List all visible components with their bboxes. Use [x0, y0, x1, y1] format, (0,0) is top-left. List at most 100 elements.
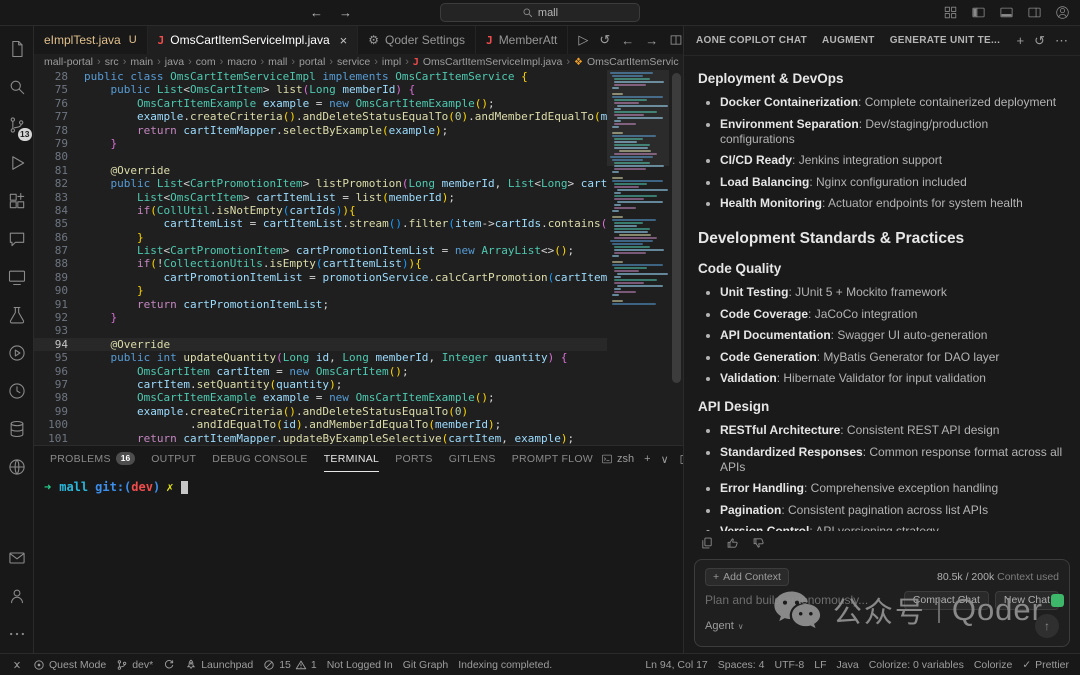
panel-tab-debug-console[interactable]: DEBUG CONSOLE: [212, 447, 308, 472]
copy-icon[interactable]: [700, 536, 714, 550]
status-colorize-count[interactable]: Colorize: 0 variables: [864, 654, 969, 675]
code-line[interactable]: 88 if(!CollectionUtils.isEmpty(cartItemL…: [34, 257, 683, 270]
more-icon[interactable]: [0, 615, 34, 653]
line-number[interactable]: 78: [34, 124, 84, 137]
breadcrumb-item[interactable]: J OmsCartItemServiceImpl.java: [413, 56, 562, 68]
history-icon[interactable]: [0, 372, 34, 410]
line-number[interactable]: 80: [34, 150, 84, 163]
breadcrumb-item[interactable]: macro: [227, 56, 256, 68]
line-number[interactable]: 77: [34, 110, 84, 123]
panel-tab-prompt-flow[interactable]: PROMPT FLOW: [512, 447, 593, 472]
send-button[interactable]: ↑: [1035, 614, 1059, 638]
breadcrumb-item[interactable]: portal: [299, 56, 325, 68]
code-line[interactable]: 79 }: [34, 137, 683, 150]
line-number[interactable]: 75: [34, 83, 84, 96]
assistant-tab-0[interactable]: AONE COPILOT CHAT: [696, 35, 807, 46]
line-number[interactable]: 92: [34, 311, 84, 324]
shell-selector[interactable]: zsh: [601, 453, 634, 465]
status-not-logged-in[interactable]: Not Logged In: [322, 654, 398, 675]
globe-icon[interactable]: [0, 448, 34, 486]
code-line[interactable]: 84 if(CollUtil.isNotEmpty(cartIds)){: [34, 204, 683, 217]
status-remote-indicator[interactable]: [6, 654, 28, 675]
breadcrumb-item[interactable]: com: [196, 56, 216, 68]
line-number[interactable]: 86: [34, 231, 84, 244]
timeline-icon[interactable]: ↺: [599, 32, 610, 48]
code-line[interactable]: 28 public class OmsCartItemServiceImpl im…: [34, 70, 683, 83]
status-colorize[interactable]: Colorize: [969, 654, 1018, 675]
terminal[interactable]: ➜ mall git:(dev) ✗: [34, 472, 683, 653]
account-icon[interactable]: [1055, 5, 1070, 20]
extensions-icon[interactable]: [0, 182, 34, 220]
status-indentation[interactable]: Spaces: 4: [713, 654, 770, 675]
line-number[interactable]: 101: [34, 432, 84, 445]
agent-mode-selector[interactable]: Agent ∨: [705, 620, 744, 632]
panel-tab-gitlens[interactable]: GITLENS: [449, 447, 496, 472]
status-launchpad[interactable]: Launchpad: [180, 654, 258, 675]
minimap-slider[interactable]: [607, 70, 669, 166]
status-quest-mode[interactable]: Quest Mode: [28, 654, 111, 675]
code-line[interactable]: 90 }: [34, 284, 683, 297]
editor-back-icon[interactable]: ←: [621, 33, 634, 48]
explorer-icon[interactable]: [0, 30, 34, 68]
testing-icon[interactable]: [0, 296, 34, 334]
assistant-more-icon[interactable]: ⋯: [1055, 33, 1068, 49]
run-profile-icon[interactable]: [0, 334, 34, 372]
line-number[interactable]: 90: [34, 284, 84, 297]
toggle-primary-sidebar-icon[interactable]: [971, 5, 986, 20]
panel-tab-output[interactable]: OUTPUT: [151, 447, 196, 472]
chat-composer[interactable]: + Add Context 80.5k / 200k Context used P…: [694, 559, 1070, 647]
code-line[interactable]: 93: [34, 324, 683, 337]
run-file-icon[interactable]: ▷: [578, 32, 588, 48]
line-number[interactable]: 95: [34, 351, 84, 364]
thumbs-down-icon[interactable]: [752, 536, 766, 550]
toggle-panel-icon[interactable]: [999, 5, 1014, 20]
code-line[interactable]: 75 public List<OmsCartItem> list(Long me…: [34, 83, 683, 96]
close-tab-icon[interactable]: ×: [340, 33, 348, 48]
editor-tab[interactable]: J MemberAtt: [476, 26, 569, 54]
status-sync[interactable]: [158, 654, 180, 675]
breadcrumb-item[interactable]: java: [165, 56, 184, 68]
assistant-tab-2[interactable]: GENERATE UNIT TE...: [890, 35, 1001, 46]
breadcrumb-item[interactable]: mall-portal: [44, 56, 93, 68]
breadcrumb-item[interactable]: impl: [382, 56, 401, 68]
status-eol[interactable]: LF: [809, 654, 831, 675]
code-line[interactable]: 96 OmsCartItem cartItem = new OmsCartIte…: [34, 365, 683, 378]
code-line[interactable]: 91 return cartPromotionItemList;: [34, 298, 683, 311]
status-problems[interactable]: 15 1: [258, 654, 322, 675]
profile-icon[interactable]: [0, 577, 34, 615]
status-cursor-position[interactable]: Ln 94, Col 17: [640, 654, 712, 675]
line-number[interactable]: 76: [34, 97, 84, 110]
line-number[interactable]: 98: [34, 391, 84, 404]
editor-tab[interactable]: ⚙ Qoder Settings: [358, 26, 477, 54]
panel-tab-problems[interactable]: PROBLEMS 16: [50, 447, 136, 472]
line-number[interactable]: 87: [34, 244, 84, 257]
panel-tab-ports[interactable]: PORTS: [395, 447, 432, 472]
panel-tab-terminal[interactable]: TERMINAL: [323, 447, 380, 472]
status-language-mode[interactable]: Java: [832, 654, 864, 675]
chat-history-icon[interactable]: ↺: [1034, 33, 1045, 49]
line-number[interactable]: 96: [34, 365, 84, 378]
nav-forward-icon[interactable]: →: [339, 5, 352, 20]
editor-forward-icon[interactable]: →: [645, 33, 658, 48]
new-chat-button[interactable]: New Chat: [994, 590, 1059, 610]
new-terminal-icon[interactable]: +: [644, 453, 650, 465]
code-line[interactable]: 86 }: [34, 231, 683, 244]
code-line[interactable]: 87 List<CartPromotionItem> cartPromotion…: [34, 244, 683, 257]
run-debug-icon[interactable]: [0, 144, 34, 182]
status-encoding[interactable]: UTF-8: [769, 654, 809, 675]
line-number[interactable]: 84: [34, 204, 84, 217]
code-line[interactable]: 81 @Override: [34, 164, 683, 177]
code-line[interactable]: 78 return cartItemMapper.selectByExample…: [34, 124, 683, 137]
breadcrumb-item[interactable]: mall: [268, 56, 287, 68]
chat-input-placeholder[interactable]: Plan and build autonomously...: [705, 593, 868, 607]
editor-scrollbar[interactable]: [669, 70, 683, 445]
line-number[interactable]: 28: [34, 70, 84, 83]
line-number[interactable]: 97: [34, 378, 84, 391]
breadcrumb-item[interactable]: src: [105, 56, 119, 68]
editor-tab[interactable]: J OmsCartItemServiceImpl.java ×: [147, 26, 359, 54]
line-number[interactable]: 100: [34, 418, 84, 431]
code-line[interactable]: 77 example.createCriteria().andDeleteSta…: [34, 110, 683, 123]
code-line[interactable]: 98 OmsCartItemExample example = new OmsC…: [34, 391, 683, 404]
code-line[interactable]: 99 example.createCriteria().andDeleteSta…: [34, 405, 683, 418]
code-line[interactable]: 80: [34, 150, 683, 163]
